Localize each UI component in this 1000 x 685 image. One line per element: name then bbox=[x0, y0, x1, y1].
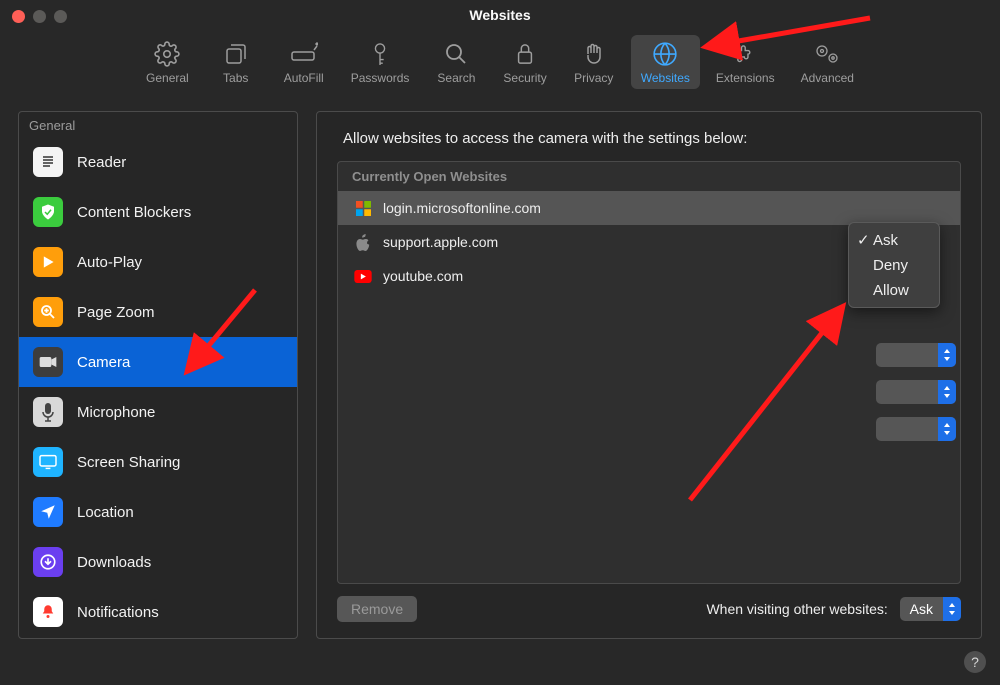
sidebar-label-notifications: Notifications bbox=[77, 604, 159, 621]
popup-option-deny[interactable]: Deny bbox=[849, 253, 939, 278]
sidebar-label-page-zoom: Page Zoom bbox=[77, 304, 155, 321]
sidebar-label-location: Location bbox=[77, 504, 134, 521]
sites-section-header: Currently Open Websites bbox=[338, 162, 960, 191]
sidebar-label-downloads: Downloads bbox=[77, 554, 151, 571]
location-icon bbox=[33, 497, 63, 527]
site-permission-select[interactable] bbox=[876, 417, 956, 441]
window-title: Websites bbox=[0, 0, 1000, 23]
sidebar-item-microphone[interactable]: Microphone bbox=[19, 387, 297, 437]
panel-heading: Allow websites to access the camera with… bbox=[343, 130, 961, 147]
bell-icon bbox=[33, 597, 63, 627]
help-button[interactable]: ? bbox=[964, 651, 986, 673]
toolbar-item-advanced[interactable]: Advanced bbox=[791, 35, 864, 89]
popup-option-ask[interactable]: ✓ Ask bbox=[849, 227, 939, 253]
popup-option-allow[interactable]: Allow bbox=[849, 278, 939, 303]
sidebar-item-location[interactable]: Location bbox=[19, 487, 297, 537]
gears-icon bbox=[812, 41, 842, 67]
microphone-icon bbox=[33, 397, 63, 427]
panel-footer: Remove When visiting other websites: Ask bbox=[337, 596, 961, 622]
puzzle-icon bbox=[730, 41, 760, 67]
visiting-others-label: When visiting other websites: bbox=[706, 601, 887, 617]
favicon-microsoft-icon bbox=[354, 199, 372, 217]
globe-icon bbox=[650, 41, 680, 67]
reader-icon bbox=[33, 147, 63, 177]
toolbar-item-privacy[interactable]: Privacy bbox=[563, 35, 625, 89]
play-icon bbox=[33, 247, 63, 277]
toolbar-item-autofill[interactable]: AutoFill bbox=[273, 35, 335, 89]
close-window-button[interactable] bbox=[12, 10, 25, 23]
zoom-icon bbox=[33, 297, 63, 327]
shield-icon bbox=[33, 197, 63, 227]
check-icon: ✓ bbox=[857, 231, 873, 249]
sidebar-item-screen-sharing[interactable]: Screen Sharing bbox=[19, 437, 297, 487]
detail-panel: Allow websites to access the camera with… bbox=[316, 111, 982, 639]
toolbar-item-security[interactable]: Security bbox=[493, 35, 556, 89]
gear-icon bbox=[152, 41, 182, 67]
favicon-apple-icon bbox=[354, 233, 372, 251]
site-row[interactable]: login.microsoftonline.com bbox=[338, 191, 960, 225]
site-permission-select[interactable] bbox=[876, 343, 956, 367]
camera-icon bbox=[33, 347, 63, 377]
autofill-icon bbox=[289, 41, 319, 67]
sidebar-label-screen-sharing: Screen Sharing bbox=[77, 454, 180, 471]
site-permission-select[interactable] bbox=[876, 380, 956, 404]
minimize-window-button[interactable] bbox=[33, 10, 46, 23]
visiting-others-select[interactable]: Ask bbox=[900, 597, 961, 621]
toolbar-item-general[interactable]: General bbox=[136, 35, 199, 89]
visiting-others-control: When visiting other websites: Ask bbox=[706, 597, 961, 621]
sidebar-label-reader: Reader bbox=[77, 154, 126, 171]
hand-icon bbox=[579, 41, 609, 67]
toolbar-item-tabs[interactable]: Tabs bbox=[205, 35, 267, 89]
site-label: login.microsoftonline.com bbox=[383, 200, 541, 216]
sidebar-item-auto-play[interactable]: Auto-Play bbox=[19, 237, 297, 287]
favicon-youtube-icon bbox=[354, 267, 372, 285]
site-label: youtube.com bbox=[383, 268, 463, 284]
sidebar-item-page-zoom[interactable]: Page Zoom bbox=[19, 287, 297, 337]
zoom-window-button[interactable] bbox=[54, 10, 67, 23]
chevron-updown-icon bbox=[943, 597, 961, 621]
sidebar-item-content-blockers[interactable]: Content Blockers bbox=[19, 187, 297, 237]
window-controls[interactable] bbox=[12, 10, 67, 23]
toolbar-item-search[interactable]: Search bbox=[425, 35, 487, 89]
visiting-others-value: Ask bbox=[900, 601, 943, 617]
screen-sharing-icon bbox=[33, 447, 63, 477]
sidebar-item-camera[interactable]: Camera bbox=[19, 337, 297, 387]
popup-option-label: Allow bbox=[873, 282, 909, 299]
toolbar-item-extensions[interactable]: Extensions bbox=[706, 35, 785, 89]
sidebar-label-camera: Camera bbox=[77, 354, 130, 371]
search-icon bbox=[441, 41, 471, 67]
preferences-toolbar: General Tabs AutoFill Passwords Search S… bbox=[0, 23, 1000, 99]
sidebar-label-content-blockers: Content Blockers bbox=[77, 204, 191, 221]
sidebar-item-downloads[interactable]: Downloads bbox=[19, 537, 297, 587]
permission-popup[interactable]: ✓ Ask Deny Allow bbox=[848, 222, 940, 308]
sidebar-label-microphone: Microphone bbox=[77, 404, 155, 421]
site-label: support.apple.com bbox=[383, 234, 498, 250]
toolbar-item-websites[interactable]: Websites bbox=[631, 35, 700, 89]
key-icon bbox=[365, 41, 395, 67]
remove-button[interactable]: Remove bbox=[337, 596, 417, 622]
downloads-icon bbox=[33, 547, 63, 577]
sidebar-item-reader[interactable]: Reader bbox=[19, 137, 297, 187]
sidebar-header: General bbox=[19, 112, 297, 137]
popup-option-label: Ask bbox=[873, 232, 898, 249]
sidebar-label-auto-play: Auto-Play bbox=[77, 254, 142, 271]
popup-option-label: Deny bbox=[873, 257, 908, 274]
content-area: General Reader Content Blockers Auto-Pla… bbox=[0, 99, 1000, 657]
sidebar-item-notifications[interactable]: Notifications bbox=[19, 587, 297, 637]
lock-icon bbox=[510, 41, 540, 67]
toolbar-item-passwords[interactable]: Passwords bbox=[341, 35, 420, 89]
sidebar: General Reader Content Blockers Auto-Pla… bbox=[18, 111, 298, 639]
tabs-icon bbox=[221, 41, 251, 67]
